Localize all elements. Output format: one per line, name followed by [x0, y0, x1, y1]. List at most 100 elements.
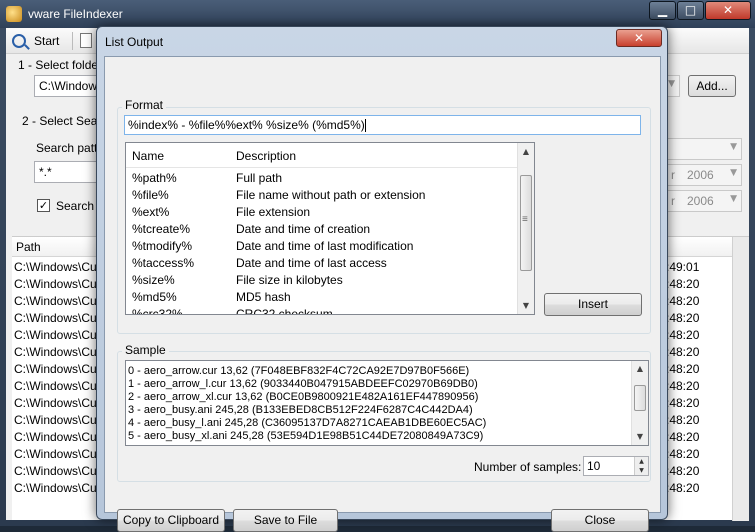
scroll-down-icon[interactable]: ▼: [632, 429, 648, 445]
insert-button[interactable]: Insert: [544, 293, 642, 316]
sample-scrollbar[interactable]: ▲ ▼: [631, 361, 648, 445]
spin-down-icon[interactable]: ▼: [635, 466, 648, 475]
results-scrollbar[interactable]: [732, 237, 749, 521]
column-header-description[interactable]: Description: [236, 149, 296, 163]
year-combo-1[interactable]: r 2006 ▼: [666, 164, 742, 186]
close-button[interactable]: Close: [551, 509, 649, 532]
sample-line: 0 - aero_arrow.cur 13,62 (7F048EBF832F4C…: [128, 365, 470, 377]
row-path: C:\Windows\Cur: [14, 430, 101, 444]
year-combo-2-value: 2006: [687, 194, 714, 208]
row-time: :48:20: [666, 464, 700, 478]
save-to-file-button[interactable]: Save to File: [233, 509, 338, 532]
column-header-path[interactable]: Path: [16, 240, 41, 254]
add-folder-button[interactable]: Add...: [688, 75, 736, 97]
list-item[interactable]: %ext% File extension: [126, 203, 519, 220]
placeholder-description: Date and time of last modification: [236, 239, 414, 253]
list-output-dialog: List Output ✕ Format %index% - %file%%ex…: [96, 26, 668, 532]
magnifier-icon: [12, 34, 26, 48]
list-item[interactable]: %tmodify% Date and time of last modificat…: [126, 237, 519, 254]
row-path: C:\Windows\Cur: [14, 464, 101, 478]
row-time: :49:01: [666, 260, 700, 274]
format-input[interactable]: %index% - %file%%ext% %size% (%md5%): [124, 115, 641, 135]
placeholder-description: CRC32 checksum: [236, 307, 333, 315]
search-pattern-field[interactable]: *.*: [34, 161, 98, 183]
row-path: C:\Windows\Cur: [14, 362, 101, 376]
start-label: Start: [34, 34, 60, 48]
dialog-close-button[interactable]: ✕: [616, 29, 662, 47]
start-button[interactable]: Start: [12, 31, 59, 51]
placeholder-description: MD5 hash: [236, 290, 291, 304]
chevron-down-icon: ▼: [730, 168, 737, 178]
row-time: :48:20: [666, 430, 700, 444]
row-time: :48:20: [666, 294, 700, 308]
placeholder-name: %ext%: [132, 205, 170, 219]
placeholder-name: %path%: [132, 171, 177, 185]
sample-line: 3 - aero_busy.ani 245,28 (B133EBED8CB512…: [128, 404, 473, 416]
placeholder-description: File extension: [236, 205, 311, 219]
spin-buttons[interactable]: ▲ ▼: [634, 457, 648, 475]
scroll-down-icon[interactable]: ▼: [518, 297, 534, 314]
list-item[interactable]: %path% Full path: [126, 169, 519, 186]
list-item[interactable]: %crc32% CRC32 checksum: [126, 305, 519, 315]
row-time: :48:20: [666, 362, 700, 376]
num-samples-stepper[interactable]: 10 ▲ ▼: [583, 456, 649, 476]
dialog-title: List Output: [105, 35, 164, 49]
row-path: C:\Windows\Cur: [14, 396, 101, 410]
year-combo-2[interactable]: r 2006 ▼: [666, 190, 742, 212]
list-item[interactable]: %file% File name without path or extensio…: [126, 186, 519, 203]
scroll-up-icon[interactable]: ▲: [632, 361, 648, 377]
placeholder-list[interactable]: Name Description %path% Full path %file% Fi…: [125, 142, 535, 315]
row-time: :48:20: [666, 311, 700, 325]
row-path: C:\Windows\Cur: [14, 260, 101, 274]
list-item[interactable]: %size% File size in kilobytes: [126, 271, 519, 288]
main-titlebar: vware FileIndexer ▁ □ ✕: [0, 0, 755, 28]
placeholder-name: %size%: [132, 273, 175, 287]
year-combo-1-value: 2006: [687, 168, 714, 182]
list-item[interactable]: %tcreate% Date and time of creation: [126, 220, 519, 237]
row-path: C:\Windows\Cur: [14, 277, 101, 291]
row-path: C:\Windows\Cur: [14, 481, 101, 495]
year-combo-2-prefix: r: [671, 194, 675, 208]
chevron-down-icon: ▼: [668, 79, 675, 89]
list-item[interactable]: %md5% MD5 hash: [126, 288, 519, 305]
scroll-up-icon[interactable]: ▲: [518, 143, 534, 160]
placeholder-description: Date and time of creation: [236, 222, 371, 236]
placeholder-name: %tmodify%: [132, 239, 193, 253]
placeholder-name: %file%: [132, 188, 169, 202]
format-group-label: Format: [122, 98, 167, 112]
row-path: C:\Windows\Cur: [14, 379, 101, 393]
column-header-name[interactable]: Name: [132, 149, 164, 163]
row-time: :48:20: [666, 328, 700, 342]
placeholder-name: %taccess%: [132, 256, 195, 270]
row-path: C:\Windows\Cur: [14, 345, 101, 359]
placeholder-description: Date and time of last access: [236, 256, 387, 270]
row-path: C:\Windows\Cur: [14, 294, 101, 308]
main-close-button[interactable]: ✕: [705, 1, 751, 20]
sample-line: 5 - aero_busy_xl.ani 245,28 (53E594D1E98…: [128, 430, 484, 442]
maximize-button[interactable]: □: [677, 1, 704, 20]
placeholder-description: Full path: [236, 171, 283, 185]
row-path: C:\Windows\Cur: [14, 328, 101, 342]
row-time: :48:20: [666, 277, 700, 291]
placeholder-list-header: Name Description: [126, 143, 519, 168]
section1-label: 1 - Select folder: [18, 58, 103, 72]
row-time: :48:20: [666, 413, 700, 427]
placeholder-name: %tcreate%: [132, 222, 191, 236]
minimize-button[interactable]: ▁: [649, 1, 676, 20]
placeholder-description: File size in kilobytes: [236, 273, 343, 287]
toolbar-separator: [72, 32, 73, 50]
copy-to-clipboard-button[interactable]: Copy to Clipboard: [117, 509, 225, 532]
list-item[interactable]: %taccess% Date and time of last access: [126, 254, 519, 271]
sample-output-box[interactable]: 0 - aero_arrow.cur 13,62 (7F048EBF832F4C…: [125, 360, 649, 446]
folder-combo-arrow[interactable]: ▼: [666, 75, 680, 97]
spin-up-icon[interactable]: ▲: [635, 457, 648, 466]
placeholder-list-scrollbar[interactable]: ▲ ≡ ▼: [517, 143, 534, 314]
scroll-thumb[interactable]: [634, 385, 646, 411]
filter-combo-1[interactable]: ▼: [666, 138, 742, 160]
search-subfolders-checkbox[interactable]: ✓: [37, 199, 50, 212]
row-path: C:\Windows\Cur: [14, 447, 101, 461]
row-time: :48:20: [666, 379, 700, 393]
sample-group-label: Sample: [122, 343, 169, 357]
document-icon[interactable]: [80, 33, 92, 48]
num-samples-label: Number of samples:: [474, 460, 582, 474]
